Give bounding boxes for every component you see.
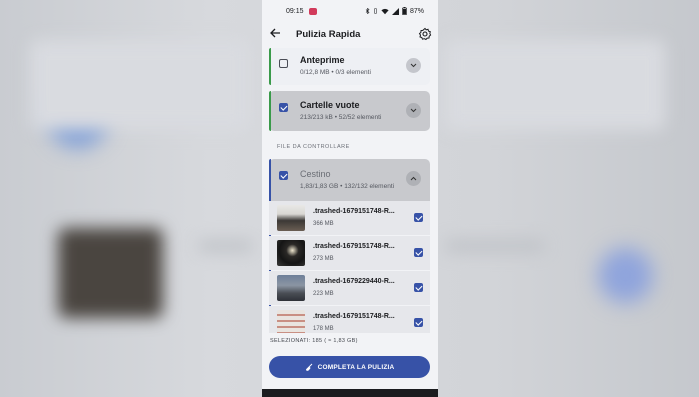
complete-cleanup-label: COMPLETA LA PULIZIA bbox=[317, 363, 395, 371]
chevron-up-icon bbox=[410, 176, 417, 181]
status-bar: 09:15 87% bbox=[262, 0, 438, 22]
bg-blurred-panel-right bbox=[445, 40, 665, 130]
status-time: 09:15 bbox=[286, 7, 304, 15]
file-thumbnail bbox=[277, 205, 305, 231]
category-card-cartelle-vuote[interactable]: Cartelle vuote 213/213 kB • 52/52 elemen… bbox=[269, 91, 430, 131]
broom-icon bbox=[305, 363, 312, 371]
card-accent bbox=[269, 91, 271, 131]
bluetooth-icon bbox=[365, 8, 370, 14]
section-label: FILE DA CONTROLLARE bbox=[277, 144, 350, 150]
phone-screen: 09:15 87% Pulizia Rapida Anteprime 0/12,… bbox=[262, 0, 438, 397]
settings-button[interactable] bbox=[418, 27, 432, 41]
category-detail: 0/12,8 MB • 0/3 elementi bbox=[300, 69, 371, 76]
file-row[interactable]: .trashed-1679151748-R... 178 MB bbox=[269, 306, 430, 333]
card-accent bbox=[269, 48, 271, 85]
file-checkbox[interactable] bbox=[414, 248, 423, 257]
category-checkbox-anteprime[interactable] bbox=[279, 59, 288, 68]
file-checkbox[interactable] bbox=[414, 318, 423, 327]
bg-blurred-row-left bbox=[198, 240, 253, 252]
selection-summary: SELEZIONATI: 185 ( ≈ 1,83 GB) bbox=[270, 338, 358, 344]
card-accent bbox=[269, 159, 271, 201]
category-name: Cestino bbox=[300, 169, 331, 179]
cleanup-list: Anteprime 0/12,8 MB • 0/3 elementi Carte… bbox=[262, 48, 438, 333]
page-title: Pulizia Rapida bbox=[296, 28, 361, 40]
chevron-down-icon bbox=[410, 63, 417, 68]
notification-icon bbox=[308, 7, 317, 15]
bg-blurred-row-right bbox=[445, 240, 545, 252]
category-name: Cartelle vuote bbox=[300, 100, 360, 110]
battery-icon bbox=[402, 7, 407, 15]
collapse-button-cestino[interactable] bbox=[406, 171, 421, 186]
file-thumbnail bbox=[277, 310, 305, 333]
file-name: .trashed-1679229440-R... bbox=[313, 278, 395, 285]
vibrate-icon bbox=[374, 8, 377, 14]
file-thumbnail bbox=[277, 240, 305, 266]
expand-button-cartelle-vuote[interactable] bbox=[406, 103, 421, 118]
bg-blurred-thumb-left bbox=[58, 228, 163, 318]
bg-blurred-circle-right bbox=[598, 248, 653, 303]
file-size: 178 MB bbox=[313, 326, 334, 332]
category-checkbox-cartelle-vuote[interactable] bbox=[279, 103, 288, 112]
category-card-cestino[interactable]: Cestino 1,83/1,83 GB • 132/132 elementi bbox=[269, 159, 430, 201]
file-row[interactable]: .trashed-1679229440-R... 223 MB bbox=[269, 271, 430, 305]
file-size: 366 MB bbox=[313, 221, 334, 227]
bg-blurred-panel-left bbox=[30, 40, 250, 130]
battery-percent: 87% bbox=[409, 7, 424, 15]
category-name: Anteprime bbox=[300, 55, 345, 65]
expand-button-anteprime[interactable] bbox=[406, 58, 421, 73]
chevron-down-icon bbox=[410, 108, 417, 113]
category-checkbox-cestino[interactable] bbox=[279, 171, 288, 180]
category-card-anteprime[interactable]: Anteprime 0/12,8 MB • 0/3 elementi bbox=[269, 48, 430, 85]
wifi-icon bbox=[381, 8, 389, 14]
signal-icon bbox=[391, 7, 399, 15]
arrow-left-icon bbox=[270, 28, 280, 38]
file-size: 273 MB bbox=[313, 256, 334, 262]
system-nav-bar bbox=[262, 389, 438, 397]
file-row[interactable]: .trashed-1679151748-R... 366 MB bbox=[269, 201, 430, 235]
file-row[interactable]: .trashed-1679151748-R... 273 MB bbox=[269, 236, 430, 270]
file-thumbnail bbox=[277, 275, 305, 301]
back-button[interactable] bbox=[270, 27, 286, 41]
file-name: .trashed-1679151748-R... bbox=[313, 208, 395, 215]
complete-cleanup-button[interactable]: COMPLETA LA PULIZIA bbox=[269, 356, 430, 378]
file-checkbox[interactable] bbox=[414, 213, 423, 222]
category-detail: 1,83/1,83 GB • 132/132 elementi bbox=[300, 183, 395, 190]
app-bar: Pulizia Rapida bbox=[262, 22, 438, 46]
file-name: .trashed-1679151748-R... bbox=[313, 313, 395, 320]
file-name: .trashed-1679151748-R... bbox=[313, 243, 395, 250]
file-size: 223 MB bbox=[313, 291, 334, 297]
gear-icon bbox=[418, 27, 432, 41]
file-checkbox[interactable] bbox=[414, 283, 423, 292]
footer: SELEZIONATI: 185 ( ≈ 1,83 GB) COMPLETA L… bbox=[262, 333, 438, 397]
category-detail: 213/213 kB • 52/52 elementi bbox=[300, 114, 382, 121]
